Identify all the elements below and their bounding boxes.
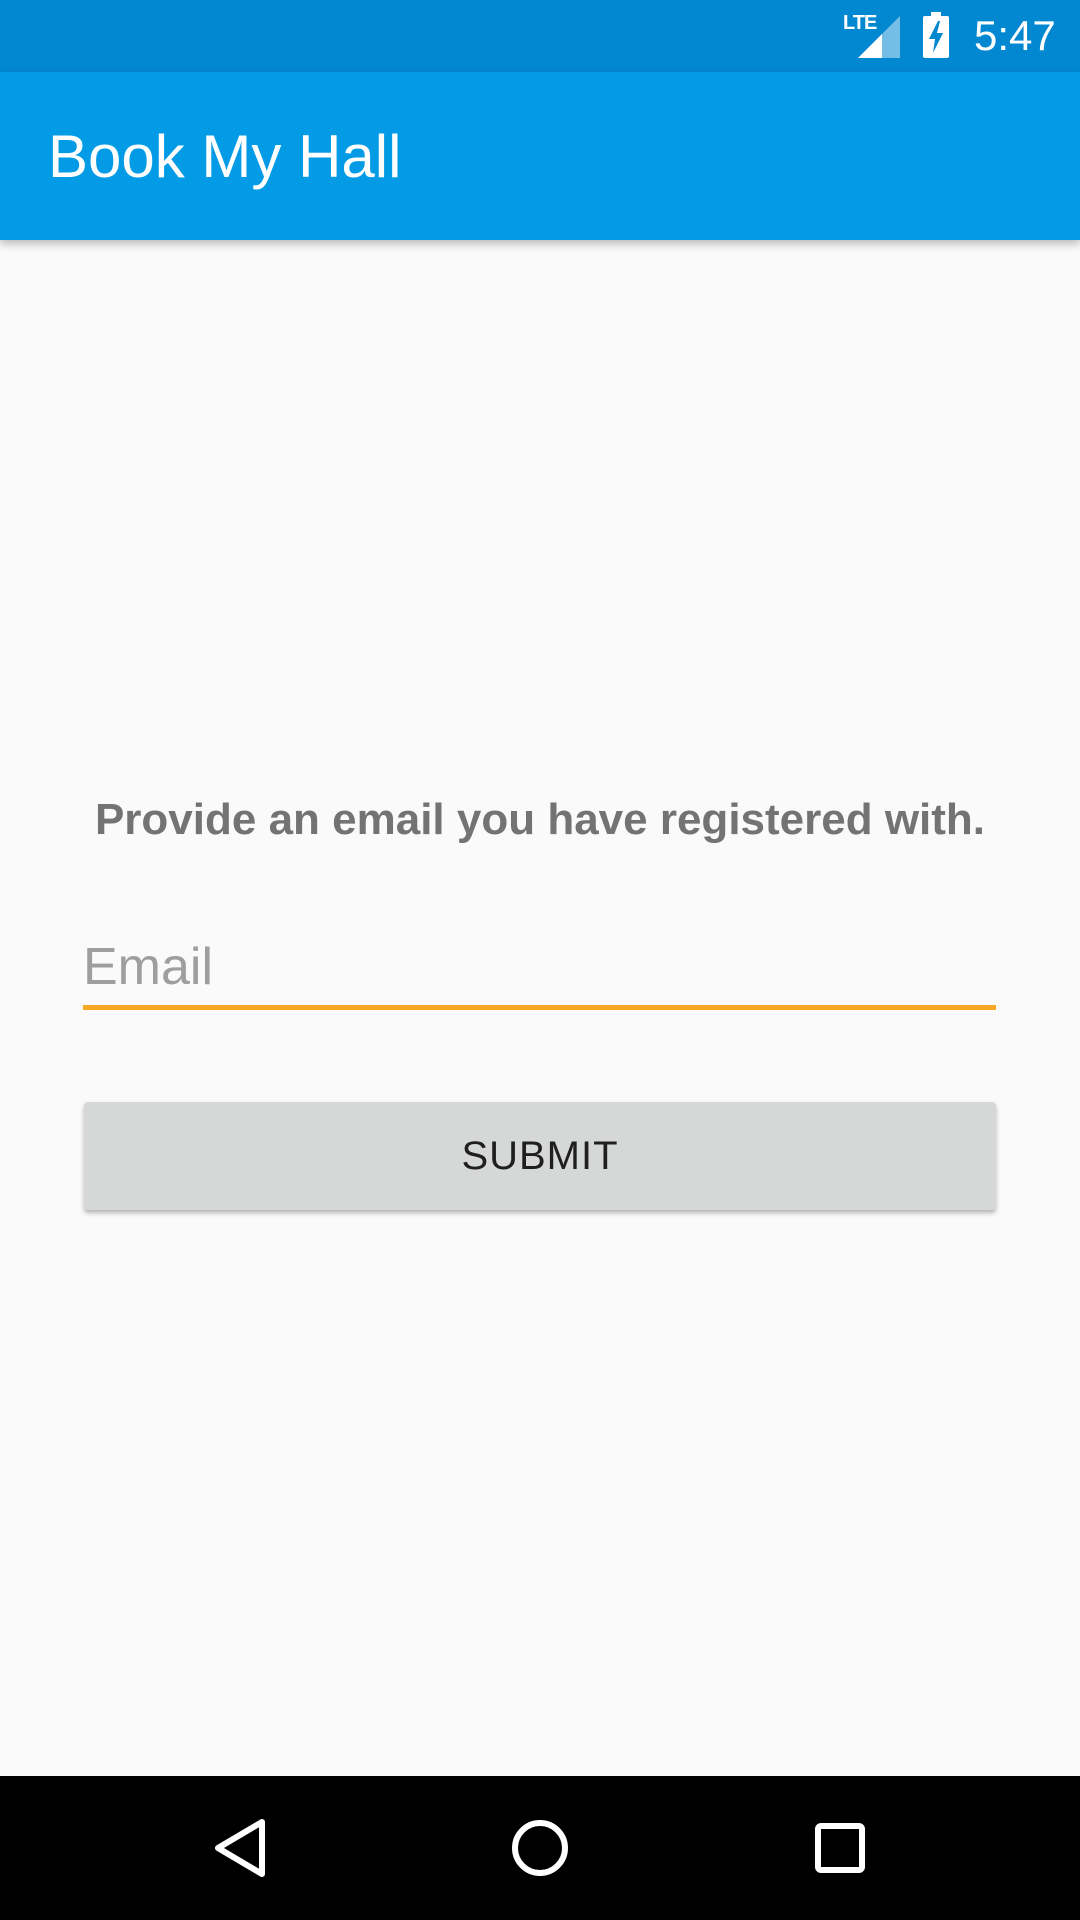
home-button[interactable] xyxy=(460,1776,620,1920)
navigation-bar xyxy=(0,1776,1080,1920)
email-field[interactable] xyxy=(83,928,996,1010)
lte-signal-icon xyxy=(858,16,900,58)
submit-button[interactable]: SUBMIT xyxy=(84,1102,996,1210)
back-button[interactable] xyxy=(160,1776,320,1920)
clock: 5:47 xyxy=(974,12,1056,59)
battery-charging-icon xyxy=(923,12,949,58)
recents-button[interactable] xyxy=(760,1776,920,1920)
email-prompt: Provide an email you have registered wit… xyxy=(94,795,986,844)
screen: LTE 5:47 Book My Hall Provide an email y… xyxy=(0,0,1080,1920)
back-icon xyxy=(215,1819,265,1877)
status-bar: LTE 5:47 xyxy=(0,0,1080,72)
home-icon xyxy=(512,1820,568,1876)
recents-icon xyxy=(815,1823,865,1873)
app-title: Book My Hall xyxy=(48,123,402,190)
app-bar: Book My Hall xyxy=(0,72,1080,240)
